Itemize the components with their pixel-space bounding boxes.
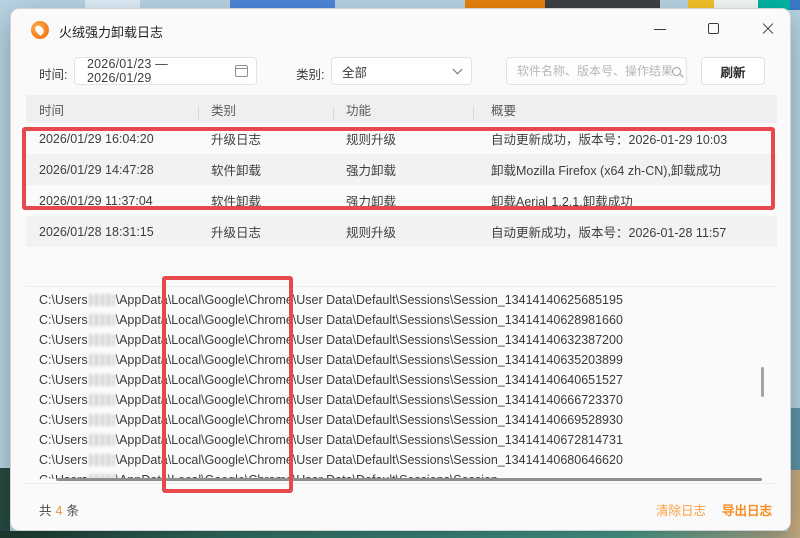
column-header-summary: 概要 [473, 100, 777, 119]
window-title: 火绒强力卸载日志 [59, 25, 164, 40]
cell-summary: 自动更新成功，版本号：2026-01-28 11:57 [491, 226, 727, 240]
redacted-username [88, 374, 115, 386]
table-row[interactable]: 2026/01/28 18:31:15 升级日志 规则升级 自动更新成功，版本号… [26, 216, 777, 247]
app-window: 火绒强力卸载日志 时间: 2026/01/23 — 2026/01/29 类别:… [10, 8, 791, 531]
refresh-button[interactable]: 刷新 [701, 57, 765, 85]
table-row[interactable]: 2026/01/29 14:47:28 软件卸载 强力卸载 卸载Mozilla … [26, 154, 777, 185]
calendar-icon[interactable] [235, 65, 248, 77]
log-table: 时间 类别 功能 概要 2026/01/29 16:04:20 升级日志 规则升… [26, 95, 777, 247]
time-filter-label: 时间: [39, 68, 68, 82]
cell-category: 软件卸载 [211, 195, 262, 209]
magnifier-icon[interactable] [672, 66, 681, 76]
cell-summary: 自动更新成功，版本号：2026-01-29 10:03 [491, 133, 728, 147]
cell-time: 2026/01/28 18:31:15 [39, 224, 154, 239]
redacted-username [88, 394, 115, 406]
session-path: C:\Users\AppData\Local\Google\Chrome\Use… [39, 373, 623, 387]
minimize-icon [654, 29, 666, 30]
flame-app-icon [31, 21, 49, 39]
session-path: C:\Users\AppData\Local\Google\Chrome\Use… [39, 313, 623, 327]
desktop-background [0, 468, 10, 538]
desktop-background [0, 531, 800, 538]
redacted-username [88, 414, 115, 426]
session-path-list: C:\Users \AppData\Local\Google\Chrome\Use… [26, 290, 766, 479]
category-selected-value: 全部 [342, 65, 368, 80]
maximize-icon [708, 23, 719, 34]
session-path: C:\Users\AppData\Local\Google\Chrome\Use… [39, 333, 623, 347]
filter-bar: 时间: 2026/01/23 — 2026/01/29 类别: 全部 刷新 [11, 57, 790, 85]
cell-function: 强力卸载 [346, 164, 397, 178]
redacted-username [88, 314, 115, 326]
export-log-button[interactable]: 导出日志 [722, 500, 772, 519]
search-field [506, 57, 687, 85]
cell-category: 升级日志 [211, 226, 262, 240]
table-header-row: 时间 类别 功能 概要 [26, 95, 777, 123]
redacted-username [88, 434, 115, 446]
session-path: C:\Users\AppData\Local\Google\Chrome\Use… [39, 393, 623, 407]
title-bar: 火绒强力卸载日志 [11, 9, 790, 49]
session-path: C:\Users\AppData\Local\Google\Chrome\Use… [39, 293, 623, 307]
date-range-input[interactable]: 2026/01/23 — 2026/01/29 [74, 57, 257, 85]
total-count-value: 4 [55, 504, 63, 518]
maximize-button[interactable] [707, 22, 721, 36]
cell-time: 2026/01/29 16:04:20 [39, 131, 154, 146]
close-button[interactable] [761, 22, 775, 36]
cell-summary: 卸载Aerial 1.2.1,卸载成功 [491, 195, 633, 209]
footer-bar: 共4条 清除日志 导出日志 [11, 483, 790, 530]
vertical-scrollbar-thumb[interactable] [761, 367, 764, 397]
column-header-category: 类别 [198, 100, 333, 119]
cell-category: 软件卸载 [211, 164, 262, 178]
cell-category: 升级日志 [211, 133, 262, 147]
redacted-username [88, 334, 115, 346]
clear-log-button[interactable]: 清除日志 [656, 500, 706, 519]
cell-time: 2026/01/29 11:37:04 [39, 193, 153, 208]
session-path: C:\Users\AppData\Local\Google\Chrome\Use… [39, 413, 623, 427]
session-path: C:\Users\AppData\Local\Google\Chrome\Use… [39, 453, 623, 467]
column-header-function: 功能 [333, 100, 473, 119]
cell-time: 2026/01/29 14:47:28 [39, 162, 154, 177]
total-count-text: 共4条 [39, 504, 79, 518]
date-range-value: 2026/01/23 — 2026/01/29 [87, 57, 168, 85]
column-header-time: 时间 [39, 103, 65, 118]
cell-function: 强力卸载 [346, 195, 397, 209]
redacted-username [88, 454, 115, 466]
category-select[interactable]: 全部 [331, 57, 472, 85]
cell-function: 规则升级 [346, 226, 397, 240]
search-input[interactable] [517, 64, 672, 78]
minimize-button[interactable] [653, 22, 667, 36]
table-row[interactable]: 2026/01/29 16:04:20 升级日志 规则升级 自动更新成功，版本号… [26, 123, 777, 154]
redacted-username [88, 294, 115, 306]
horizontal-scrollbar-thumb[interactable] [56, 478, 762, 481]
session-path: C:\Users\AppData\Local\Google\Chrome\Use… [39, 433, 623, 447]
desktop-background [790, 0, 800, 10]
table-row[interactable]: 2026/01/29 11:37:04 软件卸载 强力卸载 卸载Aerial 1… [26, 185, 777, 216]
session-path: C:\Users\AppData\Local\Google\Chrome\Use… [39, 353, 623, 367]
section-divider [26, 286, 777, 287]
chevron-down-icon[interactable] [452, 64, 463, 74]
redacted-username [88, 354, 115, 366]
cell-summary: 卸载Mozilla Firefox (x64 zh-CN),卸载成功 [491, 164, 721, 178]
category-filter-label: 类别: [296, 68, 325, 82]
cell-function: 规则升级 [346, 133, 397, 147]
